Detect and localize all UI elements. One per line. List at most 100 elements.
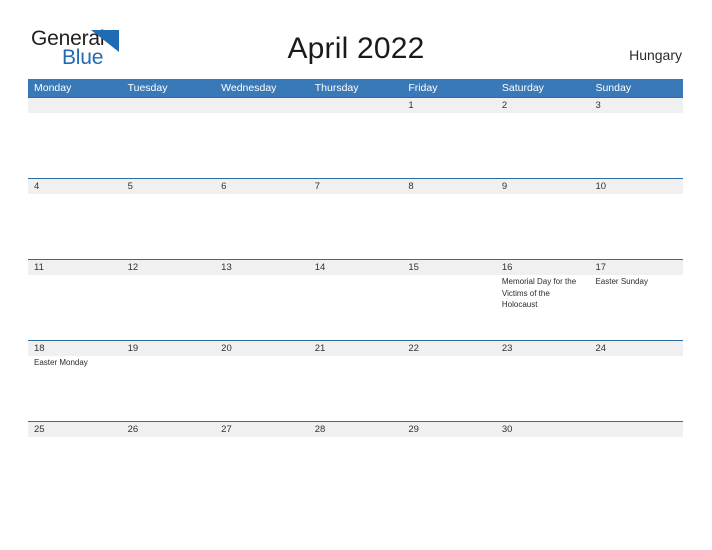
day-events[interactable] — [215, 437, 309, 502]
event-label: Memorial Day for the Victims of the Holo… — [501, 277, 577, 309]
day-events[interactable] — [215, 356, 309, 421]
weekday-header-friday: Friday — [408, 82, 438, 94]
day-events[interactable] — [402, 356, 496, 421]
country-label: Hungary — [629, 47, 682, 63]
day-events[interactable] — [496, 113, 590, 178]
day-number[interactable]: 28 — [309, 422, 403, 437]
day-events[interactable] — [402, 437, 496, 502]
day-events[interactable] — [122, 275, 216, 340]
day-events[interactable] — [589, 194, 683, 259]
day-number[interactable] — [215, 98, 309, 113]
day-number[interactable]: 17 — [589, 260, 683, 275]
day-number[interactable]: 3 — [589, 98, 683, 113]
day-events[interactable] — [215, 275, 309, 340]
day-number[interactable]: 22 — [402, 341, 496, 356]
day-events[interactable] — [309, 437, 403, 502]
day-events[interactable] — [28, 113, 122, 178]
day-number[interactable]: 16 — [496, 260, 590, 275]
day-number[interactable]: 14 — [309, 260, 403, 275]
day-number[interactable] — [28, 98, 122, 113]
day-number[interactable]: 24 — [589, 341, 683, 356]
week-date-band: 11 12 13 14 15 16 17 — [28, 259, 683, 275]
week-date-band: 18 19 20 21 22 23 24 — [28, 340, 683, 356]
day-number[interactable]: 9 — [496, 179, 590, 194]
day-events[interactable] — [28, 275, 122, 340]
day-number[interactable]: 21 — [309, 341, 403, 356]
day-events[interactable] — [496, 356, 590, 421]
page-header: General Blue April 2022 Hungary — [0, 0, 712, 78]
day-number[interactable]: 15 — [402, 260, 496, 275]
day-number[interactable]: 2 — [496, 98, 590, 113]
day-events[interactable]: Easter Monday — [28, 356, 122, 421]
day-events[interactable] — [402, 194, 496, 259]
weekday-header-saturday: Saturday — [501, 82, 544, 94]
day-events[interactable] — [122, 356, 216, 421]
day-events[interactable] — [496, 194, 590, 259]
day-number[interactable]: 4 — [28, 179, 122, 194]
weekday-header-thursday: Thursday — [314, 82, 359, 94]
calendar-week-row: 1 2 3 — [28, 97, 683, 178]
week-date-band: 25 26 27 28 29 30 — [28, 421, 683, 437]
day-events[interactable] — [122, 437, 216, 502]
day-number[interactable]: 20 — [215, 341, 309, 356]
day-events[interactable] — [215, 113, 309, 178]
week-event-band — [28, 194, 683, 259]
day-number[interactable]: 5 — [122, 179, 216, 194]
event-label: Easter Monday — [34, 358, 88, 367]
calendar-week-row: 11 12 13 14 15 16 17 Memorial Day for th… — [28, 259, 683, 340]
day-events[interactable] — [122, 113, 216, 178]
day-events[interactable]: Easter Sunday — [589, 275, 683, 340]
day-events[interactable] — [402, 113, 496, 178]
day-number[interactable] — [309, 98, 403, 113]
week-event-band: Easter Monday — [28, 356, 683, 421]
day-events[interactable] — [122, 194, 216, 259]
day-events[interactable] — [309, 356, 403, 421]
calendar-grid: Monday Tuesday Wednesday Thursday Friday… — [28, 79, 683, 502]
day-events[interactable] — [402, 275, 496, 340]
weekday-header-wednesday: Wednesday — [221, 82, 277, 94]
day-number[interactable] — [122, 98, 216, 113]
day-number[interactable]: 23 — [496, 341, 590, 356]
day-number[interactable]: 26 — [122, 422, 216, 437]
day-number[interactable]: 25 — [28, 422, 122, 437]
day-events[interactable] — [309, 194, 403, 259]
day-events[interactable] — [309, 275, 403, 340]
day-number[interactable]: 29 — [402, 422, 496, 437]
calendar-week-row: 18 19 20 21 22 23 24 Easter Monday — [28, 340, 683, 421]
week-date-band: 4 5 6 7 8 9 10 — [28, 178, 683, 194]
day-events[interactable] — [589, 113, 683, 178]
week-date-band: 1 2 3 — [28, 97, 683, 113]
day-number[interactable]: 6 — [215, 179, 309, 194]
day-number[interactable]: 8 — [402, 179, 496, 194]
day-events[interactable] — [215, 194, 309, 259]
day-events[interactable] — [496, 437, 590, 502]
day-number[interactable]: 13 — [215, 260, 309, 275]
weekday-header-tuesday: Tuesday — [127, 82, 168, 94]
weekday-header-row: Monday Tuesday Wednesday Thursday Friday… — [28, 79, 683, 97]
day-events[interactable] — [309, 113, 403, 178]
day-number[interactable]: 1 — [402, 98, 496, 113]
week-event-band: Memorial Day for the Victims of the Holo… — [28, 275, 683, 340]
page-title: April 2022 — [287, 32, 425, 65]
day-number[interactable]: 18 — [28, 341, 122, 356]
day-number[interactable]: 27 — [215, 422, 309, 437]
day-events[interactable] — [28, 437, 122, 502]
weekday-header-monday: Monday — [34, 82, 72, 94]
day-number[interactable]: 7 — [309, 179, 403, 194]
day-events[interactable] — [589, 356, 683, 421]
event-label: Easter Sunday — [595, 277, 648, 286]
calendar-week-row: 4 5 6 7 8 9 10 — [28, 178, 683, 259]
day-number[interactable]: 10 — [589, 179, 683, 194]
week-event-band — [28, 437, 683, 502]
weekday-header-sunday: Sunday — [595, 82, 632, 94]
day-number[interactable]: 19 — [122, 341, 216, 356]
day-events[interactable] — [589, 437, 683, 502]
day-number[interactable]: 11 — [28, 260, 122, 275]
week-event-band — [28, 113, 683, 178]
calendar-week-row: 25 26 27 28 29 30 — [28, 421, 683, 502]
day-number[interactable]: 12 — [122, 260, 216, 275]
day-number[interactable] — [589, 422, 683, 437]
day-number[interactable]: 30 — [496, 422, 590, 437]
day-events[interactable] — [28, 194, 122, 259]
day-events[interactable]: Memorial Day for the Victims of the Holo… — [496, 275, 590, 340]
